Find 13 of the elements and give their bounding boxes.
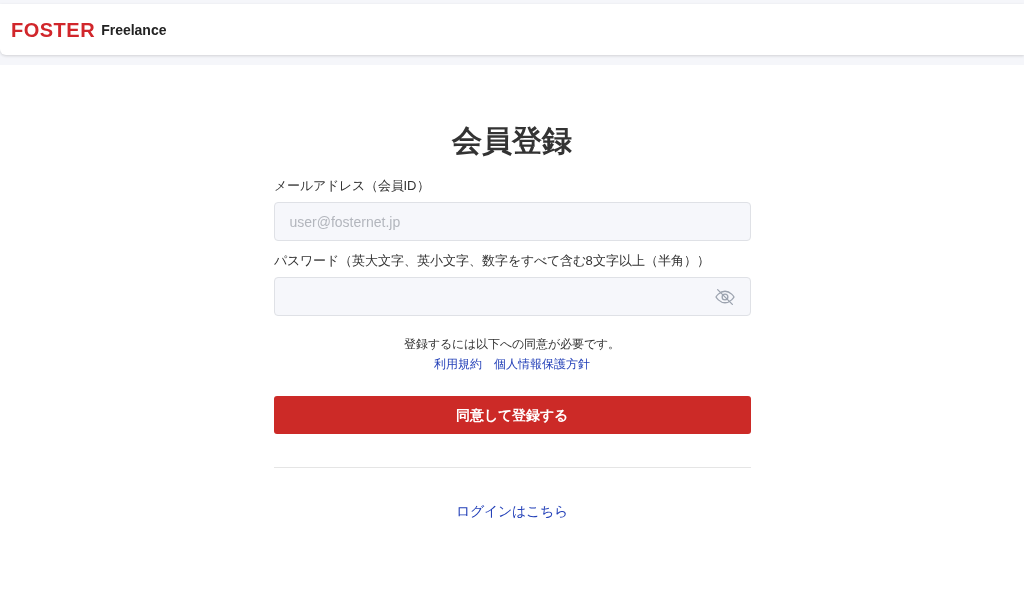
policy-link[interactable]: 個人情報保護方針 — [494, 355, 590, 373]
eye-off-icon[interactable] — [714, 287, 735, 306]
register-button[interactable]: 同意して登録する — [273, 396, 751, 434]
policy-link[interactable]: 利用規約 — [434, 355, 482, 373]
field-label: パスワード（英大文字、英小文字、数字をすべて含む8文字以上（半角）） — [273, 252, 711, 270]
page-title: 会員登録 — [452, 123, 572, 159]
logo-text[interactable]: FOSTER — [11, 14, 96, 45]
field-label: メールアドレス（会員ID） — [273, 177, 431, 195]
email-field[interactable]: user@fosternet.jp — [273, 202, 751, 241]
consent-text: 登録するには以下への同意が必要です。 — [403, 336, 621, 353]
login-link[interactable]: ログインはこちら — [456, 501, 568, 522]
password-field[interactable] — [273, 277, 751, 316]
logo-subtitle: Freelance — [101, 21, 167, 40]
